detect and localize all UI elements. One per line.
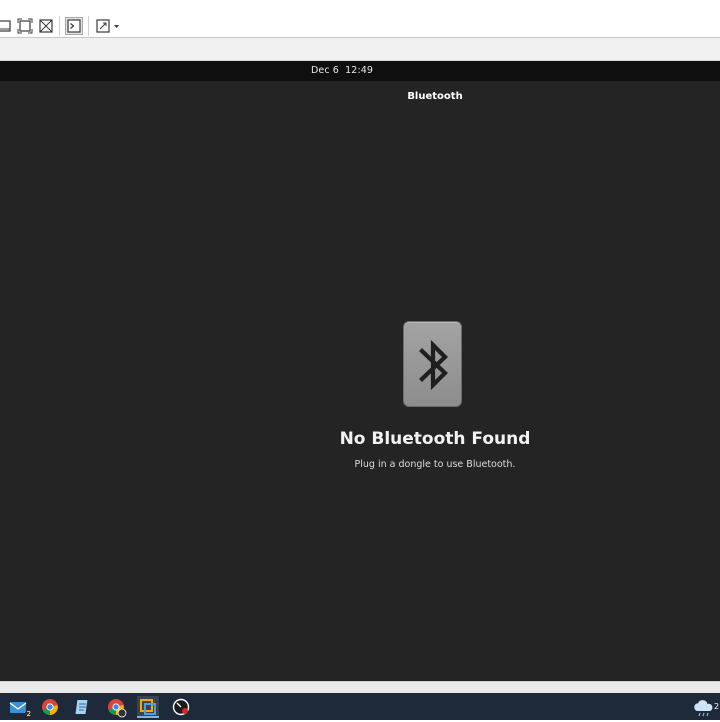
vm-status-strip xyxy=(0,681,720,693)
toolbar-divider xyxy=(59,16,60,36)
taskbar: 2 2 xyxy=(0,693,720,720)
empty-state-subtitle: Plug in a dongle to use Bluetooth. xyxy=(354,459,516,470)
toolbar-divider xyxy=(88,16,89,36)
stretch-icon[interactable] xyxy=(38,18,54,34)
bluetooth-icon xyxy=(403,321,462,407)
mail-icon[interactable]: 2 xyxy=(8,696,33,719)
weather-icon[interactable] xyxy=(693,696,715,718)
empty-state-title: No Bluetooth Found xyxy=(339,429,531,449)
vm-host-toolbar xyxy=(0,0,720,38)
active-indicator xyxy=(137,716,159,718)
chrome-profile-icon[interactable] xyxy=(105,696,127,718)
fullscreen-icon[interactable] xyxy=(95,18,121,34)
fit-window-icon[interactable] xyxy=(17,18,33,34)
window-title: Bluetooth xyxy=(407,91,463,102)
window-icon[interactable] xyxy=(0,18,16,34)
console-icon[interactable] xyxy=(65,17,83,35)
vmware-icon[interactable] xyxy=(137,696,159,718)
clock[interactable]: Dec 6 12:49 xyxy=(0,65,684,76)
vm-tab-strip xyxy=(0,38,720,61)
notepad-icon[interactable] xyxy=(72,696,94,718)
mail-badge: 2 xyxy=(24,710,33,719)
chrome-icon[interactable] xyxy=(39,696,61,718)
guest-screen: Dec 6 12:49 Bluetooth No Bluetooth Found… xyxy=(0,61,720,681)
tray-text: 2 xyxy=(714,702,720,711)
speedometer-icon[interactable] xyxy=(170,696,192,718)
clock-date: Dec 6 xyxy=(310,65,339,76)
clock-time: 12:49 xyxy=(345,65,374,76)
gnome-top-bar: Dec 6 12:49 xyxy=(0,61,720,81)
